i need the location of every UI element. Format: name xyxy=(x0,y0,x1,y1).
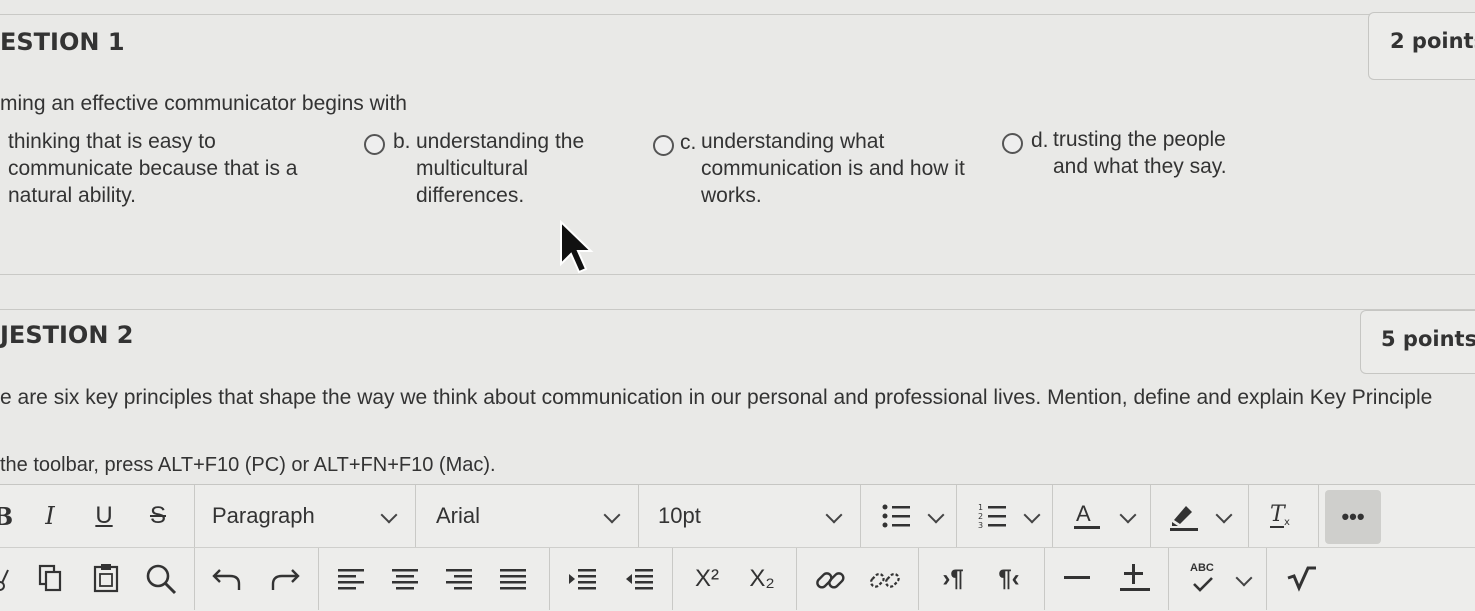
redo-icon[interactable] xyxy=(270,566,300,592)
text-color-chevron-down-icon[interactable] xyxy=(1119,506,1137,524)
indent-icon[interactable] xyxy=(568,568,598,592)
question-1-points: 2 points xyxy=(1390,29,1475,53)
numbered-list-icon[interactable]: 1 2 3 xyxy=(978,502,1008,530)
subscript-button[interactable]: X₂ xyxy=(745,548,779,610)
align-justify-icon[interactable] xyxy=(500,568,528,592)
font-chevron-down-icon[interactable] xyxy=(603,506,621,524)
bold-button[interactable]: B xyxy=(0,485,14,547)
paste-icon[interactable] xyxy=(92,562,122,594)
option-b-radio[interactable] xyxy=(364,134,385,155)
question-1-title: ESTION 1 xyxy=(0,28,125,56)
highlight-icon[interactable] xyxy=(1168,500,1200,532)
size-chevron-down-icon[interactable] xyxy=(825,506,843,524)
unlink-icon[interactable] xyxy=(868,564,902,596)
bullet-list-chevron-down-icon[interactable] xyxy=(927,506,945,524)
spellcheck-chevron-down-icon[interactable] xyxy=(1235,569,1253,587)
mouse-cursor-icon xyxy=(560,220,594,274)
option-a-text: thinking that is easy to communicate bec… xyxy=(8,130,298,207)
option-d-letter: d. xyxy=(1031,129,1049,152)
question-1-stem: ming an effective communicator begins wi… xyxy=(0,92,407,115)
text-color-icon[interactable]: A xyxy=(1072,501,1102,533)
option-b-letter: b. xyxy=(393,130,411,153)
cut-icon[interactable] xyxy=(0,566,10,594)
numbered-list-chevron-down-icon[interactable] xyxy=(1023,506,1041,524)
option-d-radio[interactable] xyxy=(1002,133,1023,154)
link-icon[interactable] xyxy=(814,564,846,596)
option-d-text: trusting the people and what they say. xyxy=(1053,128,1227,178)
option-d[interactable]: d. trusting the people and what they say… xyxy=(998,126,1258,186)
toolbar-hint: the toolbar, press ALT+F10 (PC) or ALT+F… xyxy=(0,454,496,476)
editor-toolbar: B I U S Paragraph Arial 10pt 1 2 3 A T x… xyxy=(0,484,1475,611)
align-left-icon[interactable] xyxy=(338,568,366,592)
question-1-points-box: 2 points xyxy=(1368,12,1475,80)
ltr-paragraph-button[interactable]: ›¶ xyxy=(936,548,970,610)
option-c-letter: c. xyxy=(680,131,697,154)
svg-text:x: x xyxy=(1284,517,1290,528)
superscript-button[interactable]: X² xyxy=(690,548,724,610)
question-2-title: JESTION 2 xyxy=(0,321,134,349)
spellcheck-icon xyxy=(1193,577,1213,592)
question-2-stem: e are six key principles that shape the … xyxy=(0,386,1433,409)
horizontal-line-icon[interactable] xyxy=(1064,570,1092,586)
search-icon[interactable] xyxy=(144,562,178,596)
align-right-icon[interactable] xyxy=(446,568,474,592)
outdent-icon[interactable] xyxy=(624,568,654,592)
insert-content-icon[interactable] xyxy=(1118,562,1152,594)
svg-text:A: A xyxy=(1076,501,1091,526)
highlight-chevron-down-icon[interactable] xyxy=(1215,506,1233,524)
paragraph-select[interactable]: Paragraph xyxy=(212,485,315,547)
clear-formatting-icon[interactable]: T x xyxy=(1268,501,1298,531)
paragraph-chevron-down-icon[interactable] xyxy=(380,506,398,524)
rtl-paragraph-button[interactable]: ¶‹ xyxy=(992,548,1026,610)
svg-text:1: 1 xyxy=(978,503,983,512)
math-equation-icon[interactable] xyxy=(1286,564,1318,594)
bullet-list-icon[interactable] xyxy=(882,503,912,529)
spellcheck-button[interactable]: ABC xyxy=(1188,562,1218,598)
toolbar-row-1: B I U S Paragraph Arial 10pt 1 2 3 A T x… xyxy=(0,485,1475,547)
more-options-button[interactable]: ••• xyxy=(1325,490,1381,544)
copy-icon[interactable] xyxy=(38,564,64,594)
underline-button[interactable]: U xyxy=(90,485,118,547)
svg-text:3: 3 xyxy=(978,521,983,530)
spellcheck-label: ABC xyxy=(1190,562,1214,574)
italic-button[interactable]: I xyxy=(36,485,64,547)
option-c-text: understanding what communication is and … xyxy=(701,130,965,207)
align-center-icon[interactable] xyxy=(392,568,420,592)
option-b-text: understanding the multicultural differen… xyxy=(416,130,585,207)
option-a[interactable]: thinking that is easy to communicate bec… xyxy=(0,128,340,218)
toolbar-row-2: X² X₂ ›¶ ¶‹ ABC xyxy=(0,548,1475,610)
question-2-points: 5 points xyxy=(1381,327,1475,351)
svg-text:2: 2 xyxy=(978,512,983,521)
option-c-radio[interactable] xyxy=(653,135,674,156)
font-select[interactable]: Arial xyxy=(436,485,480,547)
option-b[interactable]: b. understanding the multicultural diffe… xyxy=(360,128,620,218)
question-2-points-box: 5 points xyxy=(1360,310,1475,374)
size-select[interactable]: 10pt xyxy=(658,485,701,547)
undo-icon[interactable] xyxy=(212,566,242,592)
strikethrough-button[interactable]: S xyxy=(144,485,172,547)
option-c[interactable]: c. understanding what communication is a… xyxy=(649,128,989,218)
